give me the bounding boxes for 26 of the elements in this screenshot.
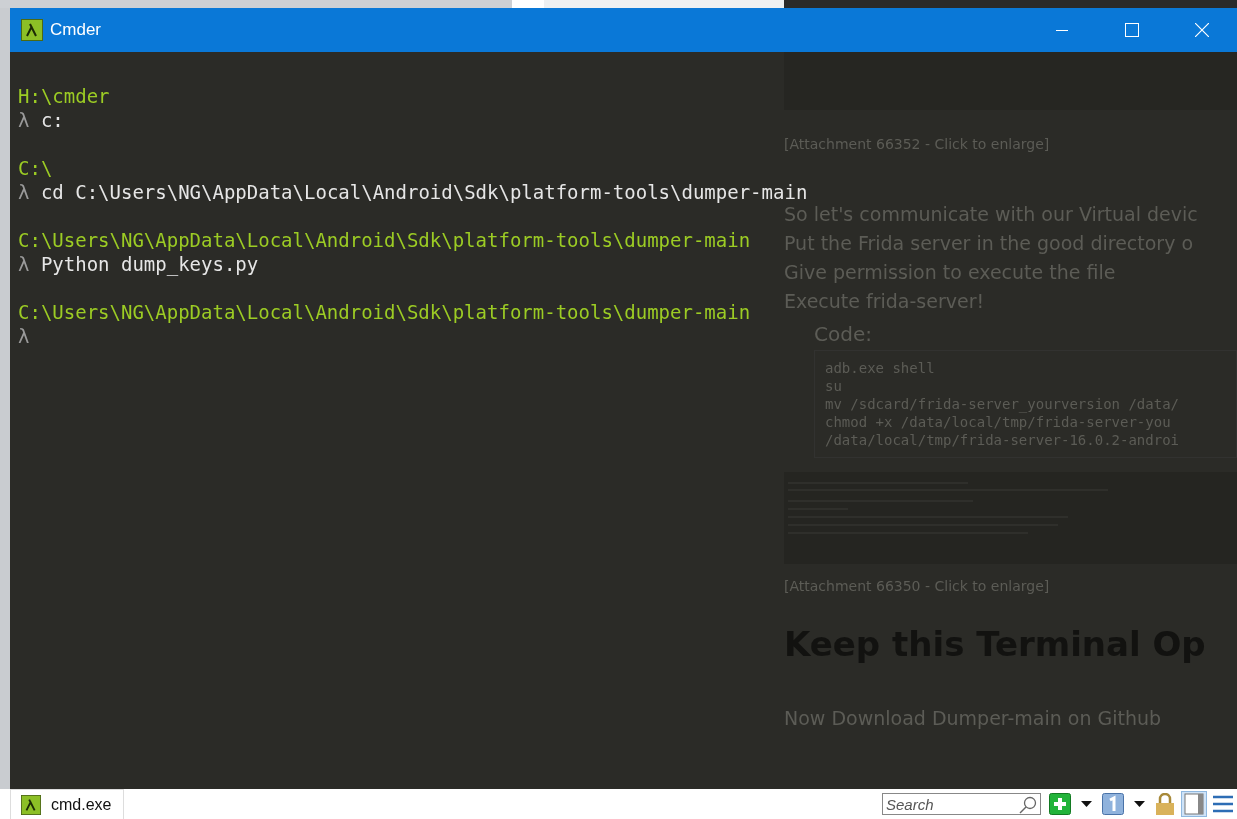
- search-field[interactable]: Search: [882, 793, 1041, 815]
- prompt-symbol: λ: [18, 109, 30, 131]
- plus-icon[interactable]: [1049, 793, 1071, 815]
- lambda-icon: [21, 794, 41, 815]
- prompt-symbol: λ: [18, 181, 30, 203]
- caret-icon[interactable]: [1081, 801, 1092, 807]
- close-icon: [1195, 23, 1209, 37]
- prompt-symbol: λ: [18, 325, 30, 347]
- search-icon[interactable]: [1018, 795, 1038, 815]
- terminal-command: Python dump_keys.py: [40, 253, 259, 275]
- window-title: Cmder: [50, 20, 101, 40]
- terminal-command: cd C:\Users\NG\AppData\Local\Android\Sdk\platform-tools\dumper-main: [40, 181, 808, 203]
- terminal-path: H:\cmder: [18, 84, 110, 108]
- terminal-command: c:: [40, 109, 64, 131]
- terminal-path: C:\Users\NG\AppData\Local\Android\Sdk\platform-tools\dumper-main: [18, 228, 751, 252]
- panel-icon[interactable]: [1181, 791, 1207, 817]
- number-icon[interactable]: [1102, 793, 1124, 815]
- caret-icon[interactable]: [1134, 801, 1145, 807]
- terminal-path: C:\: [18, 156, 53, 180]
- console-tab[interactable]: cmd.exe: [10, 789, 125, 819]
- terminal-path: C:\Users\NG\AppData\Local\Android\Sdk\platform-tools\dumper-main: [18, 300, 751, 324]
- lock-icon[interactable]: [1155, 793, 1175, 815]
- maximize-icon: [1125, 23, 1139, 37]
- lambda-icon: [21, 19, 43, 41]
- menu-icon[interactable]: [1213, 795, 1233, 813]
- prompt-symbol: λ: [18, 253, 30, 275]
